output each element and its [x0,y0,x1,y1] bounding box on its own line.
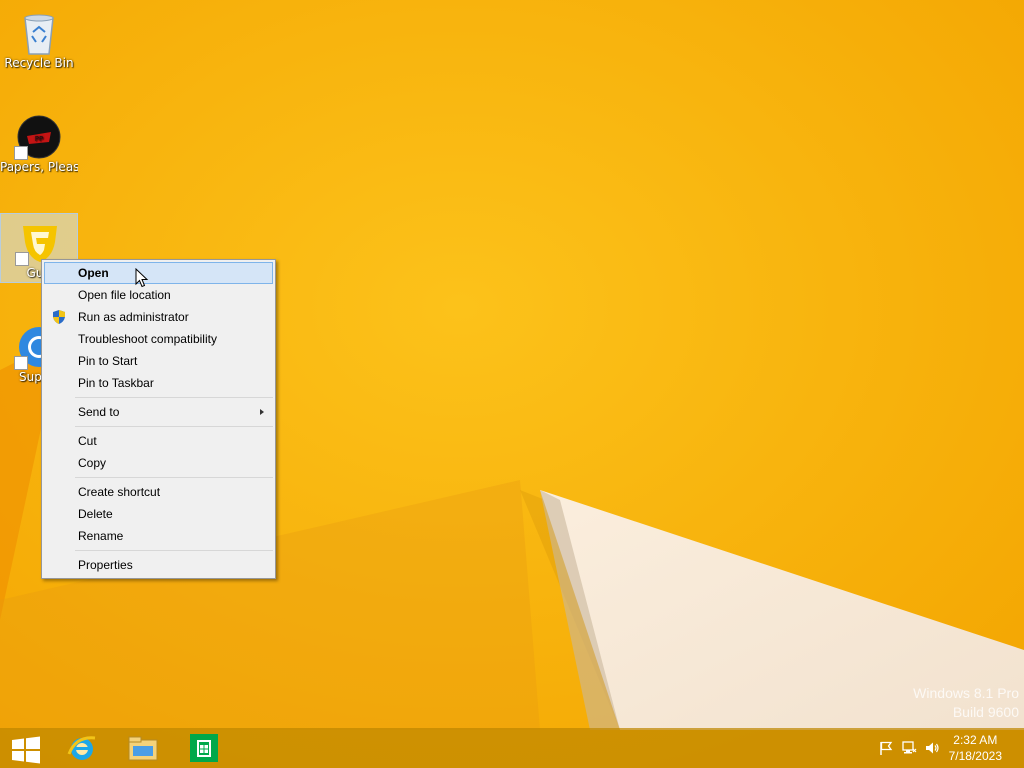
network-icon[interactable] [901,740,917,756]
context-menu: Open Open file location Run as administr… [41,259,276,579]
start-button[interactable] [0,730,48,766]
menu-item-run-as-administrator[interactable]: Run as administrator [44,306,273,328]
windows-watermark: Windows 8.1 Pro Build 9600 [913,684,1019,722]
menu-item-delete[interactable]: Delete [44,503,273,525]
menu-item-properties[interactable]: Properties [44,554,273,576]
menu-item-open-file-location[interactable]: Open file location [44,284,273,306]
taskbar-store[interactable] [180,730,228,766]
clock-date: 7/18/2023 [948,749,1002,763]
svg-text:PP: PP [35,135,43,143]
menu-item-label: Pin to Taskbar [78,376,154,390]
menu-item-cut[interactable]: Cut [44,430,273,452]
menu-separator [75,397,273,398]
taskbar: 2:32 AM 7/18/2023 [0,728,1024,768]
desktop-icon-label: Papers, Please [0,160,78,174]
menu-separator [75,550,273,551]
file-explorer-icon [128,736,158,761]
menu-item-label: Open [78,266,109,280]
menu-item-rename[interactable]: Rename [44,525,273,547]
menu-item-label: Troubleshoot compatibility [78,332,217,346]
action-center-flag-icon[interactable] [878,740,894,756]
shortcut-arrow-icon [15,252,29,266]
mouse-cursor-icon [135,268,149,288]
taskbar-internet-explorer[interactable] [58,730,106,766]
shortcut-arrow-icon [14,356,28,370]
start-icon [12,736,40,764]
menu-item-copy[interactable]: Copy [44,452,273,474]
menu-item-label: Open file location [78,288,171,302]
menu-item-troubleshoot-compatibility[interactable]: Troubleshoot compatibility [44,328,273,350]
watermark-build: Build 9600 [952,704,1019,720]
system-tray: 2:32 AM 7/18/2023 [864,728,1024,768]
menu-item-open[interactable]: Open [44,262,273,284]
taskbar-file-explorer[interactable] [118,730,166,766]
uac-shield-icon [53,310,65,324]
clock-time: 2:32 AM [953,733,998,747]
menu-separator [75,426,273,427]
menu-item-label: Pin to Start [78,354,138,368]
menu-item-label: Delete [78,507,113,521]
menu-item-label: Cut [78,434,97,448]
menu-item-pin-to-start[interactable]: Pin to Start [44,350,273,372]
menu-item-label: Send to [78,405,120,419]
shortcut-arrow-icon [14,146,28,160]
recycle-bin-icon [24,14,54,55]
desktop-icon-label: Recycle Bin [4,56,74,70]
internet-explorer-icon [67,736,96,760]
menu-item-label: Copy [78,456,107,470]
menu-item-label: Run as administrator [78,310,189,324]
desktop-icon-recycle-bin[interactable]: Recycle Bin [0,4,78,74]
menu-item-send-to[interactable]: Send to [44,401,273,423]
menu-item-label: Create shortcut [78,485,161,499]
menu-separator [75,477,273,478]
volume-icon[interactable] [924,740,940,756]
menu-item-create-shortcut[interactable]: Create shortcut [44,481,273,503]
desktop-icon-papers-please[interactable]: PP Papers, Please [0,108,78,178]
menu-item-label: Rename [78,529,124,543]
menu-item-pin-to-taskbar[interactable]: Pin to Taskbar [44,372,273,394]
watermark-edition: Windows 8.1 Pro [913,685,1019,701]
taskbar-clock[interactable]: 2:32 AM 7/18/2023 [949,732,1002,764]
submenu-arrow-icon [260,409,264,415]
store-icon [190,734,218,762]
menu-item-label: Properties [78,558,133,572]
